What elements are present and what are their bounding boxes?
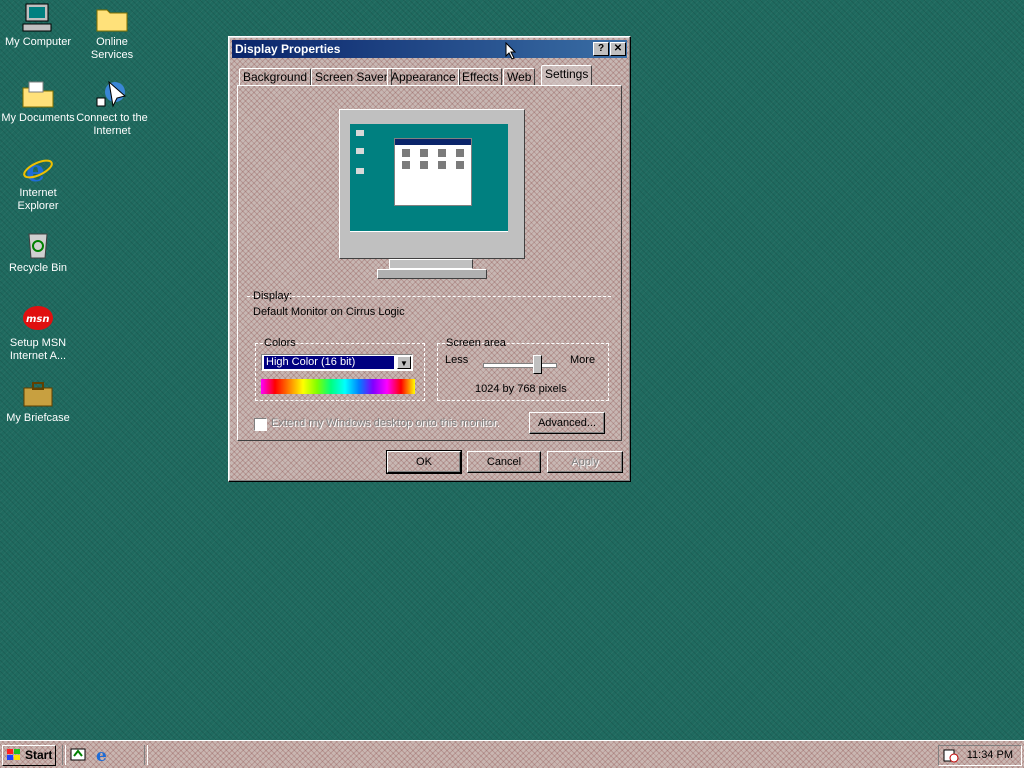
color-spectrum-bar — [261, 379, 415, 394]
tab-appearance[interactable]: Appearance — [387, 68, 460, 85]
desktop-icon-internet-explorer[interactable]: e Internet Explorer — [0, 153, 76, 213]
monitor-bezel — [339, 109, 525, 259]
screen-area-slider-thumb[interactable] — [532, 355, 542, 374]
desktop-icon-my-documents[interactable]: My Documents — [0, 78, 76, 125]
desktop-icon-my-computer[interactable]: My Computer — [0, 2, 76, 49]
desktop-icon-my-briefcase[interactable]: My Briefcase — [0, 378, 76, 425]
display-group: Display: Default Monitor on Cirrus Logic — [247, 290, 611, 322]
ok-button[interactable]: OK — [386, 450, 462, 474]
mini-icon — [456, 149, 464, 157]
svg-text:msn: msn — [26, 314, 50, 325]
dialog-titlebar[interactable]: Display Properties ? ✕ — [232, 40, 627, 58]
documents-folder-icon — [21, 78, 55, 110]
desktop-icon-label: Recycle Bin — [8, 262, 68, 274]
display-value: Default Monitor on Cirrus Logic — [253, 306, 405, 318]
tab-effects[interactable]: Effects — [458, 68, 503, 85]
slider-more-label: More — [570, 354, 596, 366]
mini-desktop-icon — [356, 148, 364, 154]
connection-wizard-icon — [95, 78, 129, 110]
desktop-icon-online-services[interactable]: Online Services — [74, 2, 150, 62]
taskbar-divider — [144, 745, 148, 765]
svg-text:e: e — [26, 154, 45, 185]
cancel-button[interactable]: Cancel — [467, 451, 541, 473]
taskbar-divider — [62, 745, 66, 765]
mini-icon — [402, 149, 410, 157]
mini-desktop-icon — [356, 130, 364, 136]
mini-desktop-icon — [356, 168, 364, 174]
tab-screen-saver[interactable]: Screen Saver — [311, 68, 392, 85]
monitor-preview — [339, 109, 525, 279]
dialog-title: Display Properties — [235, 42, 341, 56]
mini-icon — [420, 149, 428, 157]
svg-text:e: e — [96, 746, 107, 764]
help-button[interactable]: ? — [593, 42, 609, 56]
chevron-down-icon[interactable]: ▼ — [397, 356, 411, 369]
scheduler-icon[interactable] — [943, 748, 959, 763]
tab-web[interactable]: Web — [503, 68, 536, 85]
monitor-stand — [389, 259, 473, 269]
desktop-icon-label: Connect to the Internet — [76, 112, 148, 137]
colors-group-title: Colors — [264, 337, 296, 349]
colors-select[interactable]: High Color (16 bit) ▼ — [261, 354, 413, 371]
recycle-bin-icon — [21, 228, 55, 260]
desktop-icon-label: My Computer — [4, 36, 72, 48]
desktop-icon-label: My Documents — [1, 112, 75, 124]
clock[interactable]: 11:34 PM — [967, 749, 1013, 761]
mini-window-icons — [395, 145, 471, 173]
show-desktop-icon[interactable] — [70, 747, 88, 763]
start-button[interactable]: Start — [2, 745, 56, 766]
close-button[interactable]: ✕ — [610, 42, 626, 56]
screen-area-group-title: Screen area — [446, 337, 506, 349]
screen-area-value: 1024 by 768 pixels — [475, 383, 567, 395]
taskbar: Start e 11:34 PM — [0, 740, 1024, 768]
mini-icon — [456, 161, 464, 169]
mouse-cursor-icon — [505, 42, 517, 60]
apply-button[interactable]: Apply — [547, 451, 623, 473]
desktop-icon-label: Internet Explorer — [17, 187, 59, 212]
start-label: Start — [25, 748, 53, 762]
desktop-icon-recycle-bin[interactable]: Recycle Bin — [0, 228, 76, 275]
desktop-icon-connect-internet[interactable]: Connect to the Internet — [74, 78, 150, 138]
mini-icon — [420, 161, 428, 169]
mini-taskbar — [350, 231, 508, 240]
system-tray: 11:34 PM — [938, 745, 1022, 766]
mini-window — [394, 138, 472, 206]
advanced-button[interactable]: Advanced... — [529, 412, 605, 434]
slider-less-label: Less — [445, 354, 469, 366]
desktop-icon-setup-msn[interactable]: msn Setup MSN Internet A... — [0, 303, 76, 363]
desktop-icon-label: Online Services — [90, 36, 134, 61]
screen-area-slider-track[interactable] — [483, 363, 557, 368]
mini-icon — [402, 161, 410, 169]
msn-icon: msn — [21, 303, 55, 335]
briefcase-icon — [21, 378, 55, 410]
monitor-base — [377, 269, 487, 279]
tab-settings[interactable]: Settings — [541, 65, 593, 85]
mini-icon — [438, 149, 446, 157]
ie-quicklaunch-icon[interactable]: e — [94, 746, 112, 766]
extend-desktop-checkbox[interactable] — [254, 418, 267, 431]
windows-logo-icon — [7, 749, 21, 761]
extend-desktop-label: Extend my Windows desktop onto this moni… — [271, 417, 500, 429]
computer-icon — [21, 2, 55, 34]
display-label: Display: — [253, 290, 293, 302]
folder-icon — [95, 2, 129, 34]
mini-icon — [438, 161, 446, 169]
desktop-icon-label: My Briefcase — [6, 412, 70, 424]
tab-background[interactable]: Background — [239, 68, 312, 85]
internet-explorer-icon: e — [21, 153, 55, 189]
desktop-icon-label: Setup MSN Internet A... — [9, 337, 67, 362]
monitor-screen — [350, 124, 508, 240]
display-properties-dialog: Display Properties ? ✕ Background Screen… — [228, 36, 631, 482]
colors-select-value: High Color (16 bit) — [264, 356, 394, 369]
